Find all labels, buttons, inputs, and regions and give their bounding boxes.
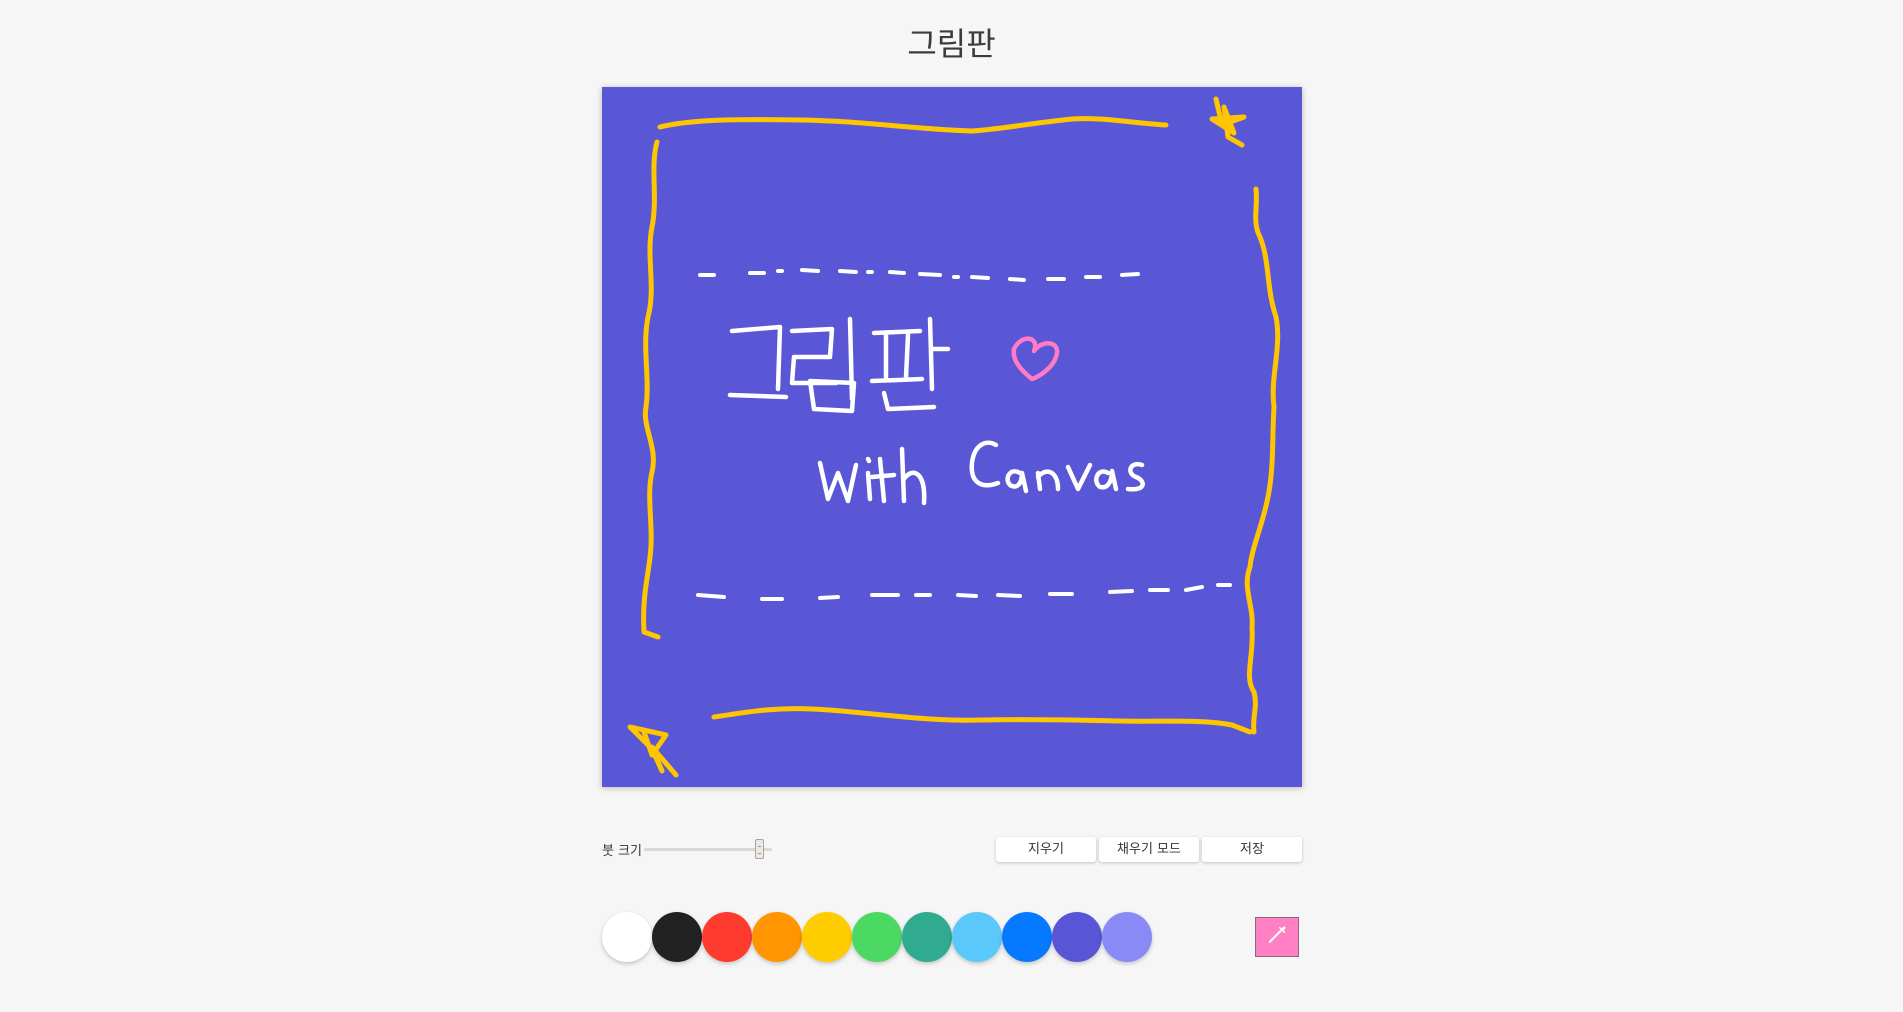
color-swatch-4[interactable] <box>752 912 802 962</box>
color-picker[interactable] <box>1255 917 1299 957</box>
page-title: 그림판 <box>907 25 996 63</box>
color-palette <box>602 912 1152 962</box>
eyedropper-icon <box>1266 924 1288 950</box>
color-swatch-11[interactable] <box>1102 912 1152 962</box>
canvas-background <box>602 87 1302 787</box>
color-swatch-5[interactable] <box>802 912 852 962</box>
action-buttons: 지우기 채우기 모드 저장 <box>996 837 1302 862</box>
toolbar: 붓 크기 지우기 채우기 모드 저장 <box>602 836 1302 864</box>
brush-size-label: 붓 크기 <box>602 844 643 859</box>
fill-mode-button[interactable]: 채우기 모드 <box>1099 837 1199 862</box>
color-swatch-6[interactable] <box>852 912 902 962</box>
brush-size-slider[interactable] <box>644 839 772 859</box>
save-button[interactable]: 저장 <box>1202 837 1302 862</box>
clear-button[interactable]: 지우기 <box>996 837 1096 862</box>
drawing-canvas[interactable] <box>602 87 1302 787</box>
color-swatch-1[interactable] <box>602 912 652 962</box>
color-swatch-7[interactable] <box>902 912 952 962</box>
color-swatch-9[interactable] <box>1002 912 1052 962</box>
color-swatch-8[interactable] <box>952 912 1002 962</box>
color-swatch-3[interactable] <box>702 912 752 962</box>
color-swatch-10[interactable] <box>1052 912 1102 962</box>
slider-thumb[interactable] <box>755 839 765 859</box>
color-swatch-2[interactable] <box>652 912 702 962</box>
canvas-surface[interactable] <box>602 87 1302 787</box>
